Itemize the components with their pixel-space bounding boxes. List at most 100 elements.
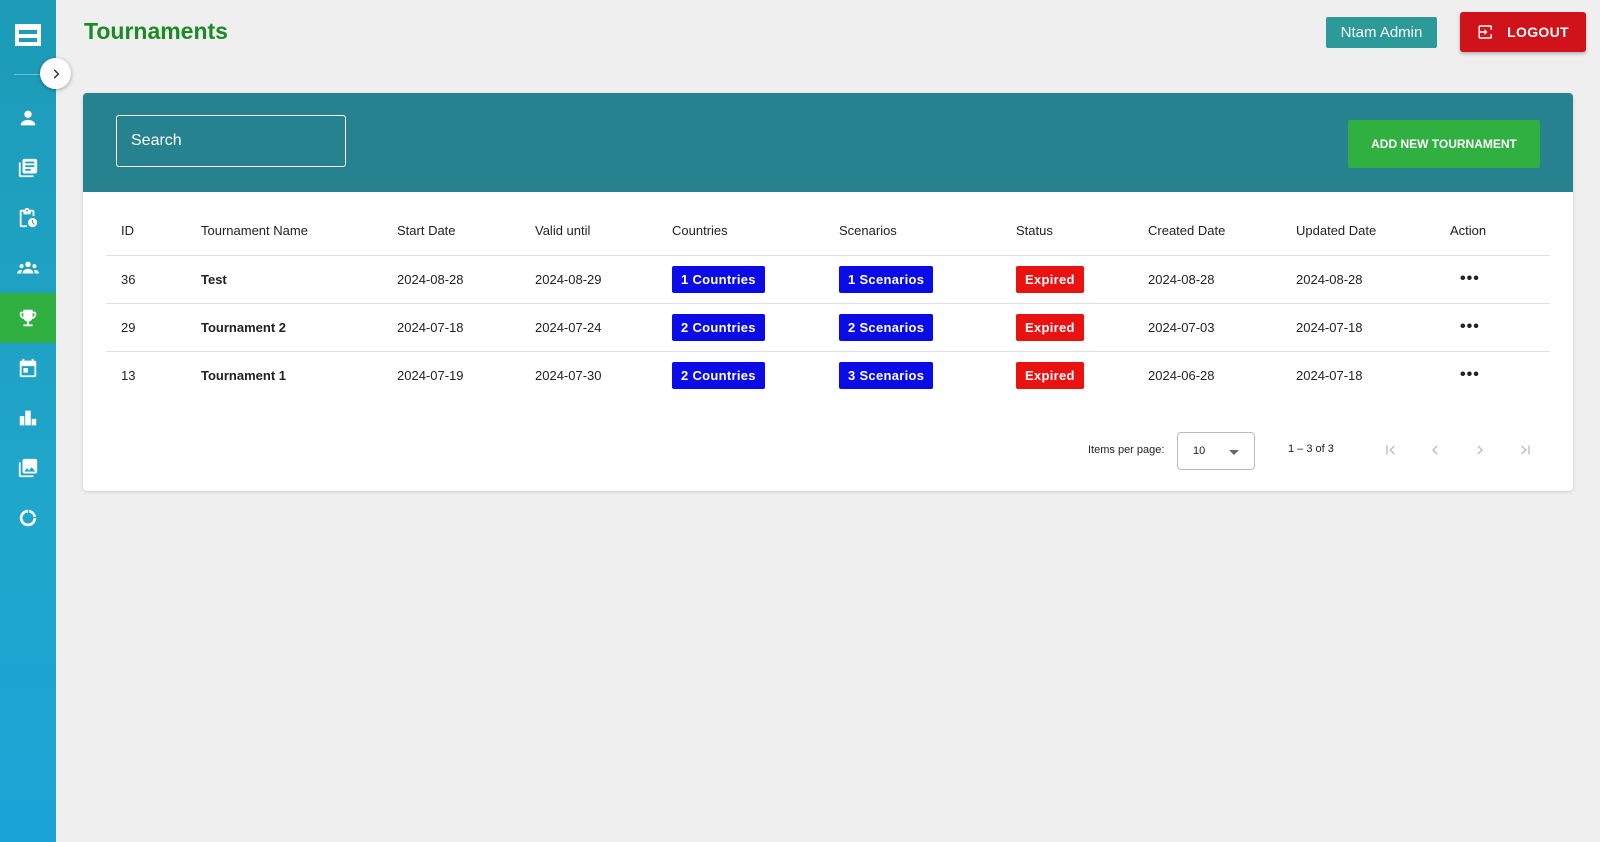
cell-name: Test bbox=[186, 255, 382, 304]
cell-id: 36 bbox=[106, 255, 186, 304]
abbott-logo-icon bbox=[15, 24, 41, 46]
cell-created-date: 2024-07-03 bbox=[1133, 303, 1281, 352]
sidebar-item-users[interactable] bbox=[0, 93, 56, 143]
dropdown-caret-icon bbox=[1229, 450, 1239, 455]
countries-chip[interactable]: 2 Countries bbox=[672, 313, 765, 341]
last-page-button[interactable] bbox=[1513, 438, 1537, 462]
status-badge: Expired bbox=[1016, 313, 1084, 341]
more-actions-icon[interactable]: ••• bbox=[1450, 318, 1480, 336]
column-header-created-date[interactable]: Created Date bbox=[1133, 207, 1281, 256]
previous-page-button[interactable] bbox=[1423, 438, 1447, 462]
countries-chip[interactable]: 1 Countries bbox=[672, 265, 765, 293]
page-title: Tournaments bbox=[84, 18, 228, 44]
card-toolbar: ADD NEW TOURNAMENT bbox=[83, 93, 1573, 192]
cell-start-date: 2024-07-19 bbox=[397, 367, 464, 383]
column-header-name[interactable]: Tournament Name bbox=[186, 207, 382, 256]
search-input[interactable] bbox=[131, 132, 338, 150]
sidebar-item-groups[interactable] bbox=[0, 243, 56, 293]
cell-valid-until: 2024-08-29 bbox=[520, 255, 657, 304]
more-actions-icon[interactable]: ••• bbox=[1450, 270, 1480, 288]
person-icon bbox=[20, 110, 36, 126]
cell-id: 13 bbox=[121, 367, 136, 383]
sidebar-divider bbox=[14, 74, 42, 75]
trophy-icon bbox=[19, 309, 37, 327]
cell-status: Expired bbox=[1001, 255, 1133, 304]
cell-name: Tournament 1 bbox=[201, 367, 286, 383]
logout-icon bbox=[1478, 25, 1493, 39]
search-field[interactable] bbox=[116, 115, 346, 167]
countries-chip[interactable]: 2 Countries bbox=[672, 361, 765, 389]
column-header-status[interactable]: Status bbox=[1001, 207, 1133, 256]
cell-updated-date: 2024-07-18 bbox=[1281, 303, 1435, 352]
sidebar-item-media[interactable] bbox=[0, 443, 56, 493]
cell-valid-until: 2024-07-30 bbox=[535, 367, 602, 383]
cell-start-date: 2024-08-28 bbox=[382, 255, 520, 304]
cell-updated-date: 2024-07-18 bbox=[1296, 367, 1363, 383]
cell-action: ••• bbox=[1435, 351, 1550, 399]
table-row: 29 Tournament 2 2024-07-18 2024-07-24 2 … bbox=[106, 303, 1550, 352]
sidebar-item-library[interactable] bbox=[0, 143, 56, 193]
tournaments-card: ADD NEW TOURNAMENT ID Tournament Name St… bbox=[83, 93, 1573, 491]
bar-chart-icon bbox=[19, 410, 37, 426]
column-header-id[interactable]: ID bbox=[106, 207, 186, 256]
cell-countries: 2 Countries bbox=[657, 351, 824, 399]
next-page-button[interactable] bbox=[1468, 438, 1492, 462]
table-header-row: ID Tournament Name Start Date Valid unti… bbox=[106, 207, 1550, 256]
sidebar-item-tournaments[interactable] bbox=[0, 293, 56, 343]
column-header-start-date[interactable]: Start Date bbox=[382, 207, 520, 256]
sidebar-item-reports[interactable] bbox=[0, 393, 56, 443]
chevron-left-icon bbox=[1432, 445, 1438, 455]
sidebar-item-assignments[interactable] bbox=[0, 193, 56, 243]
column-header-valid-until[interactable]: Valid until bbox=[520, 207, 657, 256]
sidebar-item-calendar[interactable] bbox=[0, 343, 56, 393]
status-badge: Expired bbox=[1016, 265, 1084, 293]
groups-icon bbox=[17, 261, 39, 274]
cell-created-date: 2024-06-28 bbox=[1148, 367, 1215, 383]
add-tournament-button[interactable]: ADD NEW TOURNAMENT bbox=[1348, 120, 1540, 168]
column-header-countries[interactable]: Countries bbox=[657, 207, 824, 256]
calendar-icon bbox=[19, 358, 37, 378]
cell-updated-date: 2024-08-28 bbox=[1281, 255, 1435, 304]
page-range-label: 1 – 3 of 3 bbox=[1288, 443, 1334, 455]
cell-action: ••• bbox=[1435, 303, 1550, 352]
items-per-page-value: 10 bbox=[1193, 445, 1206, 457]
loading-circle-icon bbox=[19, 509, 37, 527]
table-row: 13 Tournament 1 2024-07-19 2024-07-30 2 … bbox=[106, 351, 1550, 399]
user-menu-button[interactable]: Ntam Admin bbox=[1326, 17, 1437, 48]
paginator: Items per page: 10 1 – 3 of 3 bbox=[83, 430, 1573, 470]
chevron-right-icon bbox=[53, 68, 59, 79]
column-header-action: Action bbox=[1435, 207, 1550, 256]
cell-name: Tournament 2 bbox=[186, 303, 382, 352]
cell-scenarios: 1 Scenarios bbox=[824, 255, 1001, 304]
cell-created-date: 2024-08-28 bbox=[1133, 255, 1281, 304]
cell-start-date: 2024-07-18 bbox=[382, 303, 520, 352]
cell-action: ••• bbox=[1435, 255, 1550, 304]
cell-status: Expired bbox=[1001, 351, 1133, 399]
library-books-icon bbox=[18, 158, 38, 178]
cell-countries: 2 Countries bbox=[657, 303, 824, 352]
clipboard-clock-icon bbox=[19, 207, 38, 228]
more-actions-icon[interactable]: ••• bbox=[1450, 366, 1480, 384]
cell-scenarios: 2 Scenarios bbox=[824, 303, 1001, 352]
photo-library-icon bbox=[18, 458, 38, 478]
cell-valid-until: 2024-07-24 bbox=[520, 303, 657, 352]
chevron-right-icon bbox=[1477, 445, 1483, 455]
scenarios-chip[interactable]: 3 Scenarios bbox=[839, 361, 934, 389]
sidebar-toggle-button[interactable] bbox=[40, 58, 71, 89]
table-row: 36 Test 2024-08-28 2024-08-29 1 Countrie… bbox=[106, 255, 1550, 304]
first-page-button[interactable] bbox=[1379, 438, 1403, 462]
column-header-scenarios[interactable]: Scenarios bbox=[824, 207, 1001, 256]
cell-status: Expired bbox=[1001, 303, 1133, 352]
logout-button[interactable]: LOGOUT bbox=[1460, 12, 1586, 52]
last-page-icon bbox=[1521, 445, 1530, 455]
sidebar-item-sync[interactable] bbox=[0, 493, 56, 543]
items-per-page-select[interactable]: 10 bbox=[1177, 432, 1255, 470]
scenarios-chip[interactable]: 2 Scenarios bbox=[839, 313, 934, 341]
cell-id: 29 bbox=[106, 303, 186, 352]
status-badge: Expired bbox=[1016, 361, 1084, 389]
cell-scenarios: 3 Scenarios bbox=[824, 351, 1001, 399]
logout-label: LOGOUT bbox=[1507, 24, 1569, 40]
sidebar bbox=[0, 0, 56, 842]
column-header-updated-date[interactable]: Updated Date bbox=[1281, 207, 1435, 256]
scenarios-chip[interactable]: 1 Scenarios bbox=[839, 265, 934, 293]
